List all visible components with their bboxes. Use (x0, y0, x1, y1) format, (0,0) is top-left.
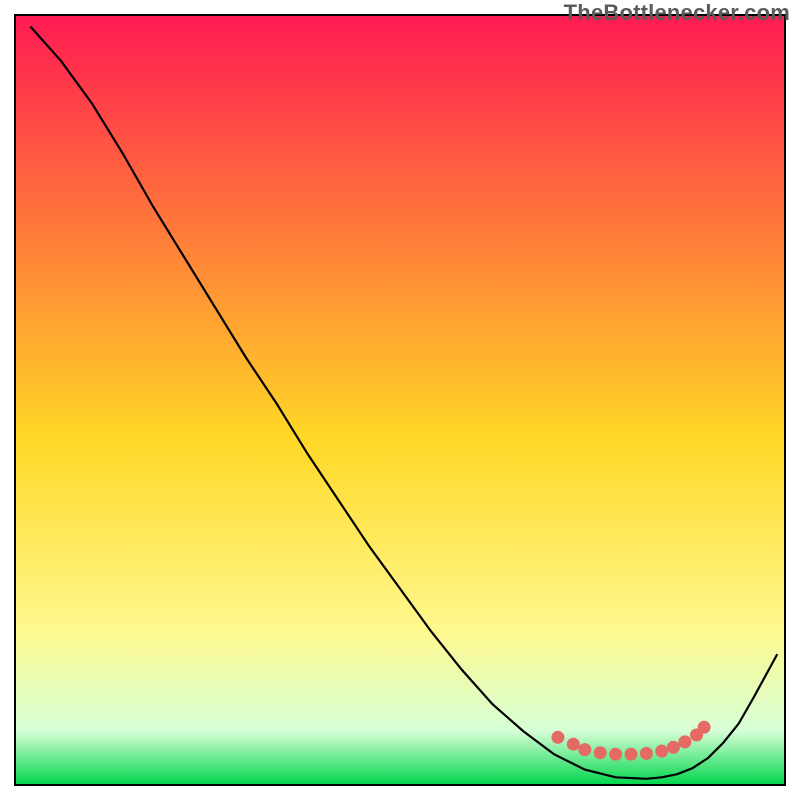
optimal-dot (698, 721, 711, 734)
optimal-dot (578, 743, 591, 756)
optimal-dot (625, 748, 638, 761)
optimal-dot (667, 741, 680, 754)
chart-svg (0, 0, 800, 800)
optimal-dot (567, 738, 580, 751)
optimal-dot (640, 747, 653, 760)
optimal-dot (655, 745, 668, 758)
watermark-text: TheBottlenecker.com (564, 0, 790, 26)
bottleneck-chart: TheBottlenecker.com (0, 0, 800, 800)
plot-background (15, 15, 785, 785)
optimal-dot (594, 746, 607, 759)
optimal-dot (551, 731, 564, 744)
optimal-dot (609, 748, 622, 761)
optimal-dot (678, 735, 691, 748)
